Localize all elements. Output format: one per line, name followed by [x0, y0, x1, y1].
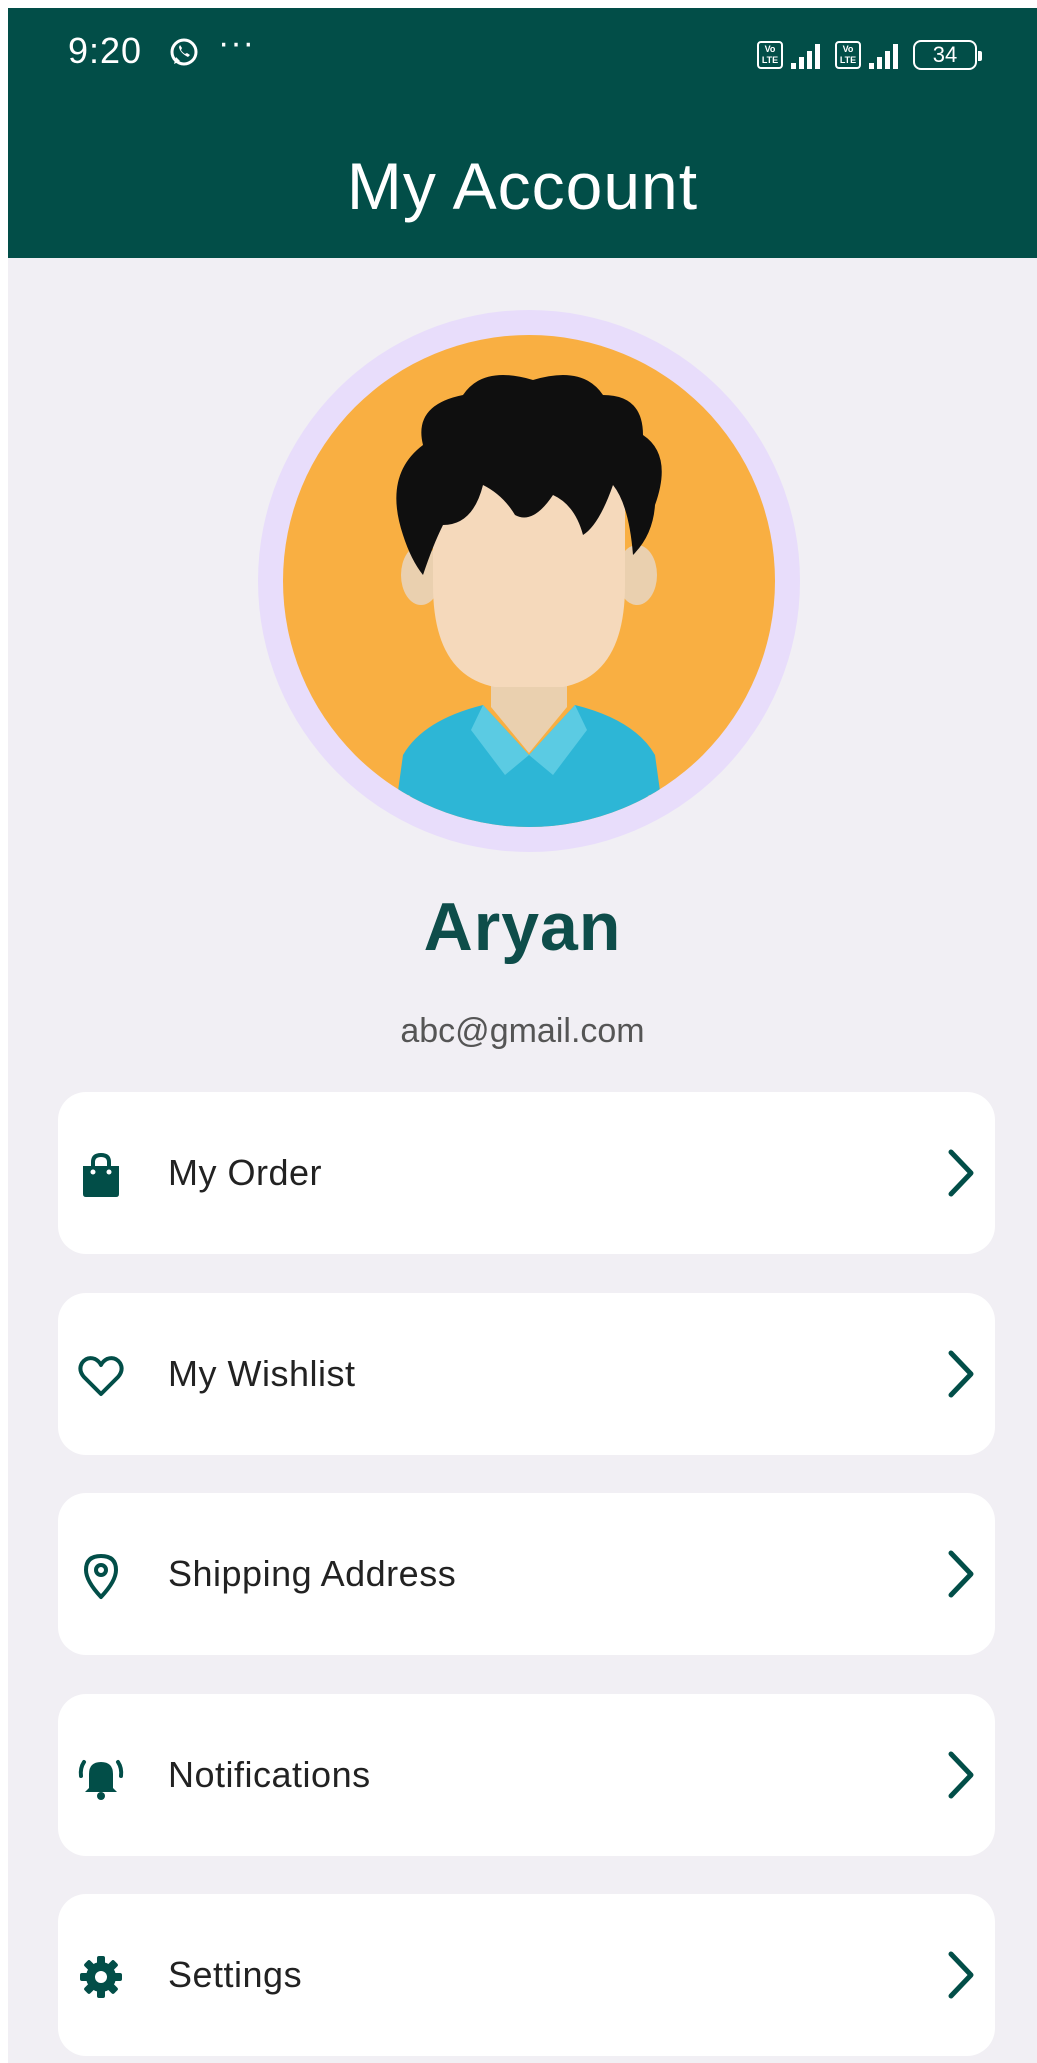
chevron-right-icon	[948, 1550, 974, 1598]
page-title: My Account	[346, 149, 699, 223]
menu-item-shipping-address[interactable]: Shipping Address	[58, 1493, 995, 1655]
profile-name: Aryan	[423, 889, 622, 965]
menu-item-notifications[interactable]: Notifications	[58, 1694, 995, 1856]
chevron-right-icon	[948, 1951, 974, 1999]
shopping-bag-icon	[83, 1152, 119, 1197]
volte-badge: Vo LTE	[835, 41, 861, 69]
signal-icon	[791, 44, 820, 69]
bell-icon	[78, 1760, 124, 1800]
signal-icon	[869, 44, 898, 69]
menu-item-my-order[interactable]: My Order	[58, 1092, 995, 1254]
menu-item-label: My Order	[168, 1152, 323, 1193]
menu-item-settings[interactable]: Settings	[58, 1894, 995, 2056]
status-indicators: Vo LTE Vo LTE 34	[757, 38, 982, 72]
chevron-right-icon	[948, 1149, 974, 1197]
profile-email: abc@gmail.com	[400, 1012, 645, 1050]
status-bar: 9:20 ··· Vo LTE Vo LTE 34	[8, 8, 1037, 98]
status-time: 9:20	[68, 30, 143, 71]
status-overflow: ···	[218, 24, 255, 62]
my-account-screen: 9:20 ··· Vo LTE Vo LTE 34 My Account Ary…	[8, 8, 1037, 2063]
avatar[interactable]	[283, 335, 775, 827]
heart-icon	[78, 1356, 124, 1396]
menu-item-label: Settings	[168, 1954, 303, 1995]
menu-item-label: Shipping Address	[168, 1553, 457, 1594]
menu-item-label: Notifications	[168, 1754, 371, 1795]
menu-item-label: My Wishlist	[168, 1353, 356, 1394]
app-header: 9:20 ··· Vo LTE Vo LTE 34 My Account	[8, 8, 1037, 258]
volte-badge: Vo LTE	[757, 41, 783, 69]
whatsapp-icon	[170, 38, 198, 66]
chevron-right-icon	[948, 1751, 974, 1799]
location-pin-icon	[84, 1554, 118, 1599]
menu-item-my-wishlist[interactable]: My Wishlist	[58, 1293, 995, 1455]
battery-icon: 34	[913, 40, 982, 70]
gear-icon	[80, 1956, 122, 1998]
chevron-right-icon	[948, 1350, 974, 1398]
user-avatar-icon	[393, 375, 665, 827]
